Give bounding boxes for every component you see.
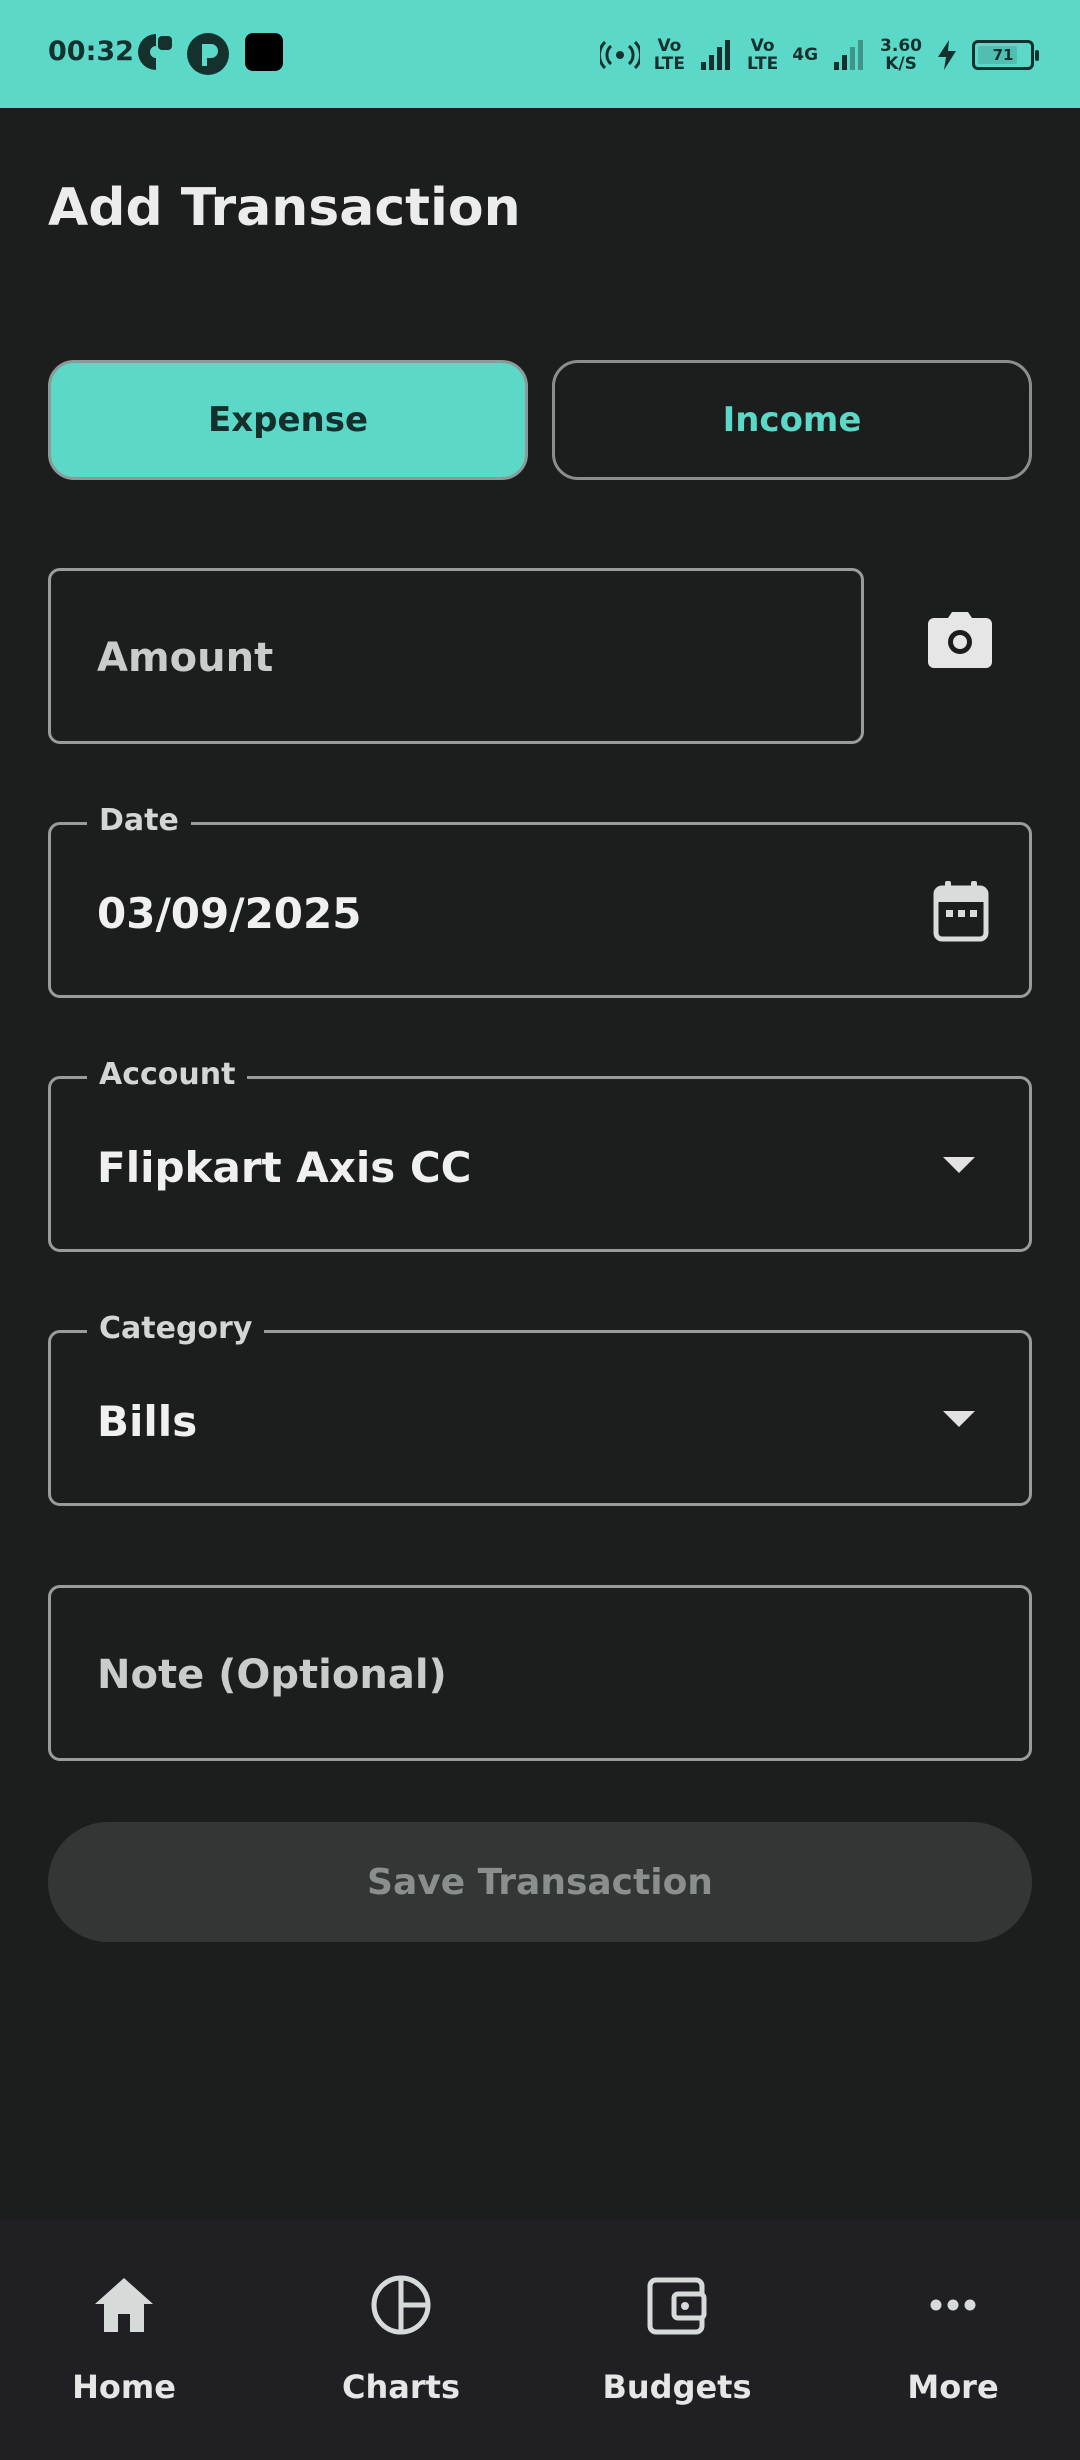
date-field[interactable]: Date 03/09/2025 (48, 803, 1032, 998)
nav-item-home[interactable]: Home (24, 2272, 224, 2406)
chevron-down-icon (943, 1411, 975, 1427)
status-time: 00:32 (48, 36, 134, 67)
volte-indicator: Vo LTE (653, 36, 686, 74)
battery-level: 71 (992, 46, 1014, 64)
nav-label-charts: Charts (342, 2368, 460, 2406)
amount-placeholder: Amount (97, 635, 274, 681)
income-toggle-button[interactable]: Income (552, 360, 1032, 480)
account-select[interactable]: Account Flipkart Axis CC (48, 1057, 1032, 1252)
app-notification-icon (187, 33, 229, 75)
nav-item-budgets[interactable]: Budgets (577, 2272, 777, 2406)
note-placeholder: Note (Optional) (97, 1652, 447, 1698)
pie-chart-icon (371, 2275, 431, 2335)
category-label: Category (87, 1311, 265, 1346)
chevron-down-icon (943, 1157, 975, 1173)
app-notification-icon (245, 33, 283, 71)
camera-button[interactable] (928, 610, 992, 670)
page-title: Add Transaction (48, 178, 521, 238)
expense-toggle-button[interactable]: Expense (48, 360, 528, 480)
account-label: Account (87, 1057, 248, 1092)
more-icon (930, 2299, 976, 2311)
volte-indicator: Vo LTE (747, 36, 779, 74)
camera-icon (928, 612, 992, 668)
nav-item-charts[interactable]: Charts (301, 2272, 501, 2406)
status-icons: Vo LTE Vo LTE 4G 3.60 K/S 71 (599, 28, 1039, 82)
network-speed: 3.60 K/S (880, 36, 922, 74)
category-select[interactable]: Category Bills (48, 1311, 1032, 1506)
category-value: Bills (97, 1397, 198, 1446)
bottom-nav: Home Charts Budgets More (0, 2220, 1080, 2460)
signal-icon (834, 40, 864, 70)
hotspot-icon (599, 40, 640, 70)
wallet-icon (647, 2277, 707, 2335)
note-input[interactable]: Note (Optional) (48, 1585, 1032, 1761)
save-transaction-button[interactable]: Save Transaction (48, 1822, 1032, 1942)
signal-icon (701, 40, 731, 70)
nav-item-more[interactable]: More (853, 2272, 1053, 2406)
battery-icon: 71 (972, 40, 1039, 70)
status-bar: 00:32 Vo LTE Vo LTE 4G 3.60 K/S 71 (0, 0, 1080, 108)
calendar-icon[interactable] (933, 880, 989, 942)
date-value: 03/09/2025 (97, 889, 362, 938)
nav-label-budgets: Budgets (602, 2368, 752, 2406)
charging-icon (938, 40, 956, 70)
nav-label-more: More (907, 2368, 999, 2406)
account-value: Flipkart Axis CC (97, 1143, 472, 1192)
home-icon (95, 2278, 153, 2332)
date-label: Date (87, 803, 191, 838)
nav-label-home: Home (72, 2368, 176, 2406)
app-notification-icon (138, 34, 172, 70)
amount-input[interactable]: Amount (48, 568, 864, 744)
network-type: 4G (792, 45, 819, 65)
